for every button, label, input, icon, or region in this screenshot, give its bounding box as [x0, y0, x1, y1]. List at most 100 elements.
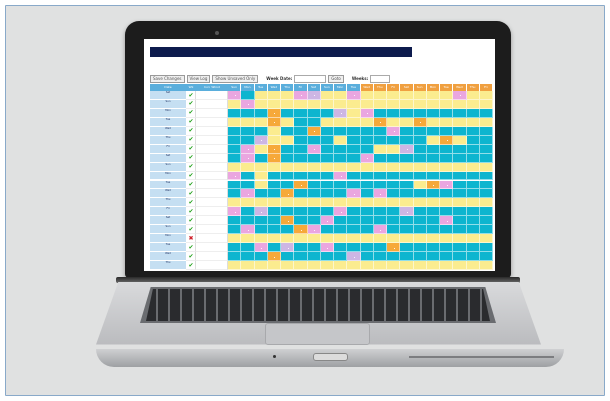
- schedule-cell[interactable]: [453, 207, 467, 217]
- schedule-cell[interactable]: [413, 180, 427, 190]
- schedule-cell[interactable]: [320, 144, 334, 154]
- schedule-cell[interactable]: [241, 162, 255, 172]
- schedule-cell[interactable]: [426, 198, 440, 208]
- check-icon[interactable]: ✔: [186, 92, 196, 99]
- schedule-cell[interactable]: [426, 252, 440, 262]
- schedule-cell[interactable]: [466, 216, 480, 226]
- schedule-cell[interactable]: [267, 126, 281, 136]
- schedule-cell[interactable]: [413, 189, 427, 199]
- schedule-cell[interactable]: [347, 216, 361, 226]
- include-weekend-cell[interactable]: [196, 91, 228, 100]
- schedule-cell[interactable]: [347, 153, 361, 163]
- schedule-cell[interactable]: [241, 261, 255, 270]
- schedule-cell[interactable]: [360, 126, 374, 136]
- schedule-cell[interactable]: [360, 198, 374, 208]
- schedule-cell[interactable]: [347, 171, 361, 181]
- schedule-cell[interactable]: [360, 216, 374, 226]
- schedule-cell[interactable]: [400, 91, 414, 100]
- include-weekend-cell[interactable]: [196, 162, 228, 172]
- schedule-cell[interactable]: [453, 171, 467, 181]
- schedule-cell[interactable]: [254, 171, 268, 181]
- schedule-cell[interactable]: [413, 261, 427, 270]
- schedule-cell[interactable]: [320, 108, 334, 118]
- schedule-cell[interactable]: [281, 261, 295, 270]
- schedule-cell[interactable]: [453, 108, 467, 118]
- schedule-cell[interactable]: [281, 225, 295, 235]
- schedule-cell[interactable]: [426, 162, 440, 172]
- schedule-cell[interactable]: [387, 180, 401, 190]
- schedule-cell[interactable]: [334, 135, 348, 145]
- schedule-cell[interactable]: [294, 207, 308, 217]
- schedule-cell[interactable]: [281, 99, 295, 109]
- schedule-cell[interactable]: [307, 153, 321, 163]
- schedule-cell[interactable]: [254, 144, 268, 154]
- check-icon[interactable]: ✔: [186, 118, 196, 125]
- schedule-cell[interactable]: [267, 162, 281, 172]
- schedule-cell[interactable]: [320, 99, 334, 109]
- schedule-cell[interactable]: [360, 243, 374, 253]
- schedule-cell[interactable]: [267, 198, 281, 208]
- schedule-cell[interactable]: [426, 153, 440, 163]
- schedule-cell[interactable]: [373, 126, 387, 136]
- schedule-cell[interactable]: [294, 234, 308, 244]
- schedule-cell[interactable]: [307, 99, 321, 109]
- schedule-cell[interactable]: [294, 99, 308, 109]
- schedule-cell[interactable]: [241, 117, 255, 127]
- schedule-cell[interactable]: [373, 252, 387, 262]
- schedule-cell[interactable]: [440, 198, 454, 208]
- schedule-cell[interactable]: [320, 225, 334, 235]
- schedule-cell[interactable]: [479, 252, 493, 262]
- schedule-cell[interactable]: [241, 243, 255, 253]
- include-weekend-cell[interactable]: [196, 135, 228, 145]
- schedule-cell[interactable]: [440, 234, 454, 244]
- check-icon[interactable]: ✔: [186, 253, 196, 260]
- schedule-cell[interactable]: [334, 91, 348, 100]
- schedule-cell[interactable]: [360, 261, 374, 270]
- include-weekend-cell[interactable]: [196, 234, 228, 244]
- check-icon[interactable]: ✔: [186, 109, 196, 116]
- include-weekend-cell[interactable]: [196, 198, 228, 208]
- schedule-cell[interactable]: [360, 171, 374, 181]
- schedule-cell[interactable]: [241, 126, 255, 136]
- schedule-cell[interactable]: [387, 162, 401, 172]
- schedule-cell[interactable]: [334, 189, 348, 199]
- schedule-cell[interactable]: [373, 216, 387, 226]
- schedule-cell[interactable]: [440, 225, 454, 235]
- schedule-cell[interactable]: [254, 108, 268, 118]
- schedule-cell[interactable]: [254, 252, 268, 262]
- schedule-cell[interactable]: [294, 216, 308, 226]
- schedule-cell[interactable]: [228, 189, 242, 199]
- check-icon[interactable]: ✔: [186, 208, 196, 215]
- schedule-cell[interactable]: [241, 207, 255, 217]
- schedule-cell[interactable]: [479, 171, 493, 181]
- schedule-cell[interactable]: [400, 135, 414, 145]
- schedule-cell[interactable]: [413, 135, 427, 145]
- schedule-cell[interactable]: [440, 261, 454, 270]
- schedule-cell[interactable]: [479, 243, 493, 253]
- schedule-cell[interactable]: [360, 117, 374, 127]
- schedule-cell[interactable]: [228, 216, 242, 226]
- schedule-cell[interactable]: [479, 117, 493, 127]
- check-icon[interactable]: ✔: [186, 154, 196, 161]
- schedule-cell[interactable]: [373, 243, 387, 253]
- schedule-cell[interactable]: [294, 126, 308, 136]
- include-weekend-cell[interactable]: [196, 171, 228, 181]
- schedule-cell[interactable]: [281, 153, 295, 163]
- schedule-cell[interactable]: [334, 225, 348, 235]
- schedule-cell[interactable]: [426, 135, 440, 145]
- schedule-cell[interactable]: [373, 99, 387, 109]
- schedule-cell[interactable]: [426, 189, 440, 199]
- include-weekend-cell[interactable]: [196, 207, 228, 217]
- schedule-cell[interactable]: [267, 189, 281, 199]
- schedule-cell[interactable]: [387, 153, 401, 163]
- schedule-cell[interactable]: [400, 117, 414, 127]
- schedule-cell[interactable]: [387, 225, 401, 235]
- schedule-cell[interactable]: [228, 135, 242, 145]
- schedule-cell[interactable]: [453, 216, 467, 226]
- schedule-cell[interactable]: [453, 180, 467, 190]
- schedule-cell[interactable]: [400, 243, 414, 253]
- schedule-cell[interactable]: [453, 261, 467, 270]
- include-weekend-cell[interactable]: [196, 126, 228, 136]
- schedule-cell[interactable]: [320, 180, 334, 190]
- schedule-cell[interactable]: [254, 198, 268, 208]
